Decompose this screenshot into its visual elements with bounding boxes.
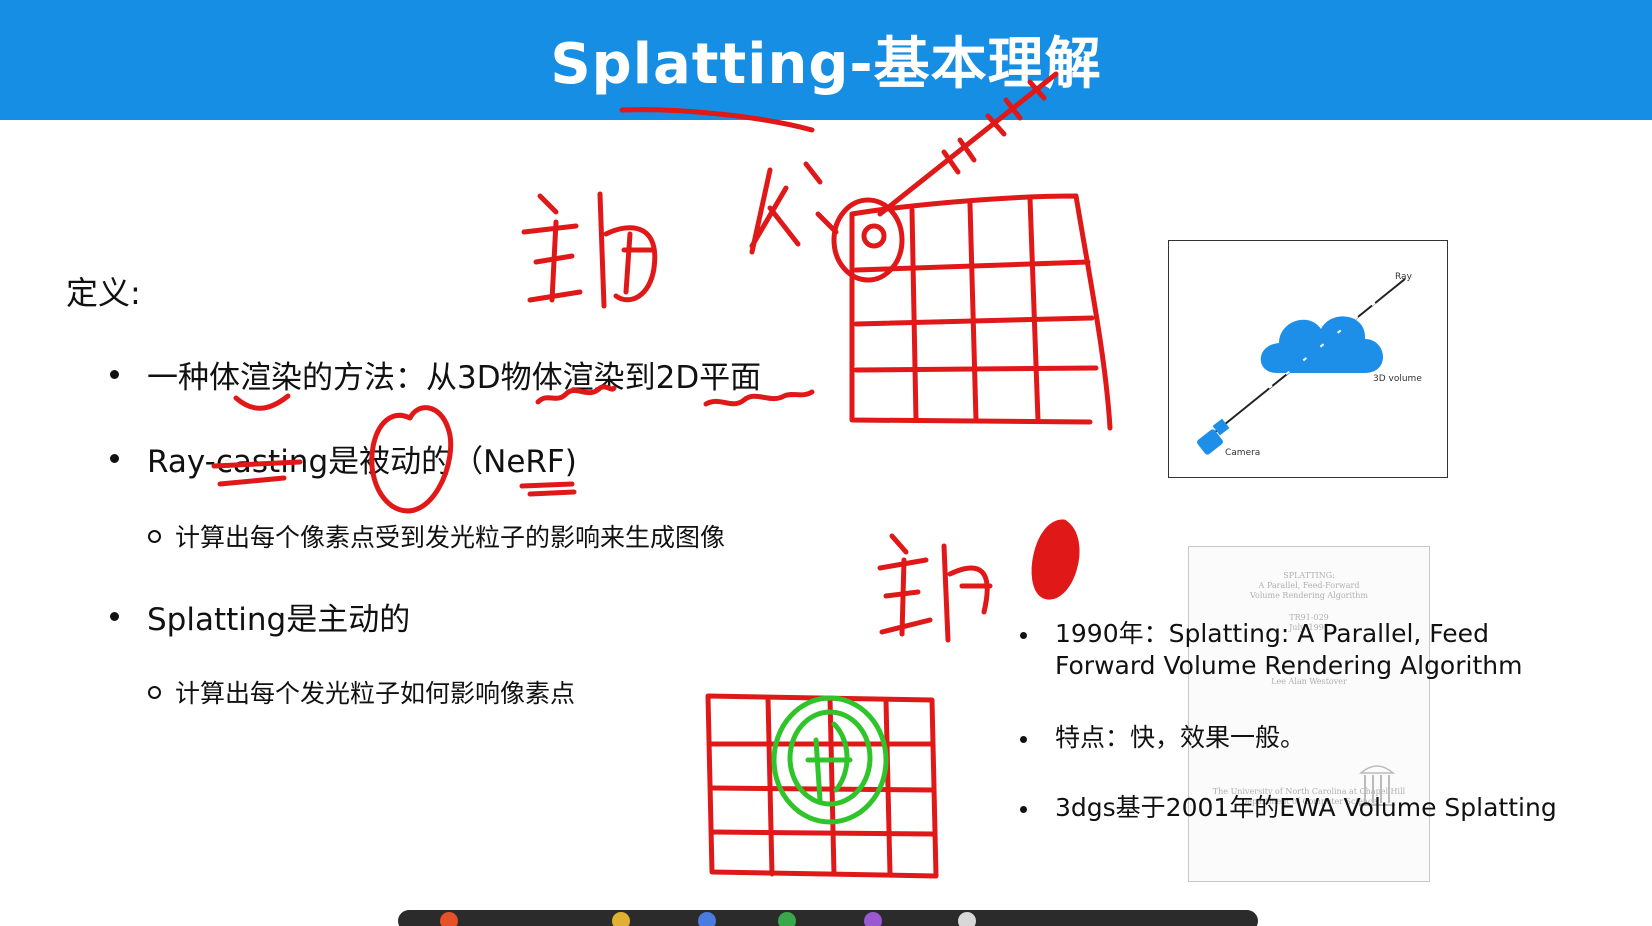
circle-mark [861, 223, 887, 249]
bullet-dot [1020, 736, 1027, 743]
ray-casting-figure: Ray 3D volume Camera [1168, 240, 1448, 478]
camera-label: Camera [1225, 448, 1260, 458]
sub-bullet-item: 计算出每个像素点受到发光粒子的影响来生成图像 [148, 518, 725, 554]
dock-app-icon[interactable] [440, 912, 458, 926]
green-circle-mark [787, 709, 873, 807]
sub-bullet-text: 计算出每个发光粒子如何影响像素点 [175, 679, 576, 708]
sub-bullet-item: 计算出每个发光粒子如何影响像素点 [148, 674, 575, 710]
volume-label: 3D volume [1373, 374, 1422, 384]
grid-outline [849, 193, 1113, 431]
handwritten-character [749, 161, 839, 255]
dock-app-icon[interactable] [612, 912, 630, 926]
underline-mark [233, 393, 291, 411]
right-bullet-text: 特点：快，效果一般。 [1055, 723, 1306, 752]
bullet-item: Splatting是主动的 [110, 594, 410, 639]
small-grid-line [765, 695, 893, 877]
title-bar: Splatting-基本理解 [0, 0, 1652, 120]
filled-blob [1031, 519, 1080, 600]
bullet-text: Ray-casting是被动的（NeRF) [147, 444, 577, 480]
grid-line [853, 259, 1099, 373]
handwritten-character [877, 533, 933, 637]
ray-label: Ray [1395, 272, 1413, 282]
bullet-dot [110, 454, 119, 463]
sub-bullet-ring [148, 685, 161, 699]
right-bullet-text: 3dgs基于2001年的EWA Volume Splatting [1055, 793, 1557, 822]
bullet-item: Ray-casting是被动的（NeRF) [110, 436, 577, 481]
bullet-text: Splatting是主动的 [147, 602, 411, 638]
grid-line [909, 195, 1041, 423]
sub-bullet-text: 计算出每个像素点受到发光粒子的影响来生成图像 [175, 523, 726, 552]
dock-app-icon[interactable] [864, 912, 882, 926]
circle-mark [831, 197, 905, 283]
handwritten-character [597, 191, 658, 309]
small-grid-outline [705, 693, 939, 879]
right-bullet-item: 特点：快，效果一般。 [1020, 722, 1620, 754]
bullet-dot [110, 370, 119, 379]
bullet-item: 一种体渲染的方法：从3D物体渲染到2D平面 [110, 352, 761, 397]
handwritten-character [941, 543, 993, 643]
sub-bullet-ring [148, 529, 161, 543]
definition-label: 定义: [66, 274, 141, 312]
green-scribble [805, 721, 853, 803]
bullet-dot [110, 612, 119, 621]
dock-bar [398, 910, 1258, 926]
paper-title-line: Volume Rendering Algorithm [1249, 591, 1368, 600]
right-bullet-item: 3dgs基于2001年的EWA Volume Splatting [1020, 792, 1620, 824]
handwritten-character [521, 193, 583, 303]
bullet-dot [1020, 632, 1027, 639]
dock-app-icon[interactable] [778, 912, 796, 926]
slide: Splatting-基本理解 定义: 一种体渲染的方法：从3D物体渲染到2D平面… [0, 0, 1652, 926]
paper-title-line: SPLATTING: [1283, 571, 1335, 580]
paper-thumbnail: SPLATTING: A Parallel, Feed-Forward Volu… [1188, 546, 1430, 882]
right-bullet-text: 1990年：Splatting: A Parallel, Feed Forwar… [1055, 619, 1523, 680]
paper-title-line: A Parallel, Feed-Forward [1258, 581, 1360, 590]
green-circle-mark [771, 695, 889, 825]
bullet-text: 一种体渲染的方法：从3D物体渲染到2D平面 [147, 360, 762, 396]
grid-outline [849, 211, 1093, 425]
ray-casting-illustration: Ray 3D volume Camera [1197, 272, 1422, 458]
right-bullet-item: 1990年：Splatting: A Parallel, Feed Forwar… [1020, 618, 1620, 682]
double-underline [519, 481, 577, 497]
dock-app-icon[interactable] [698, 912, 716, 926]
dock-app-icon[interactable] [958, 912, 976, 926]
page-title: Splatting-基本理解 [550, 31, 1102, 97]
bullet-dot [1020, 806, 1027, 813]
small-grid-line [709, 741, 937, 837]
